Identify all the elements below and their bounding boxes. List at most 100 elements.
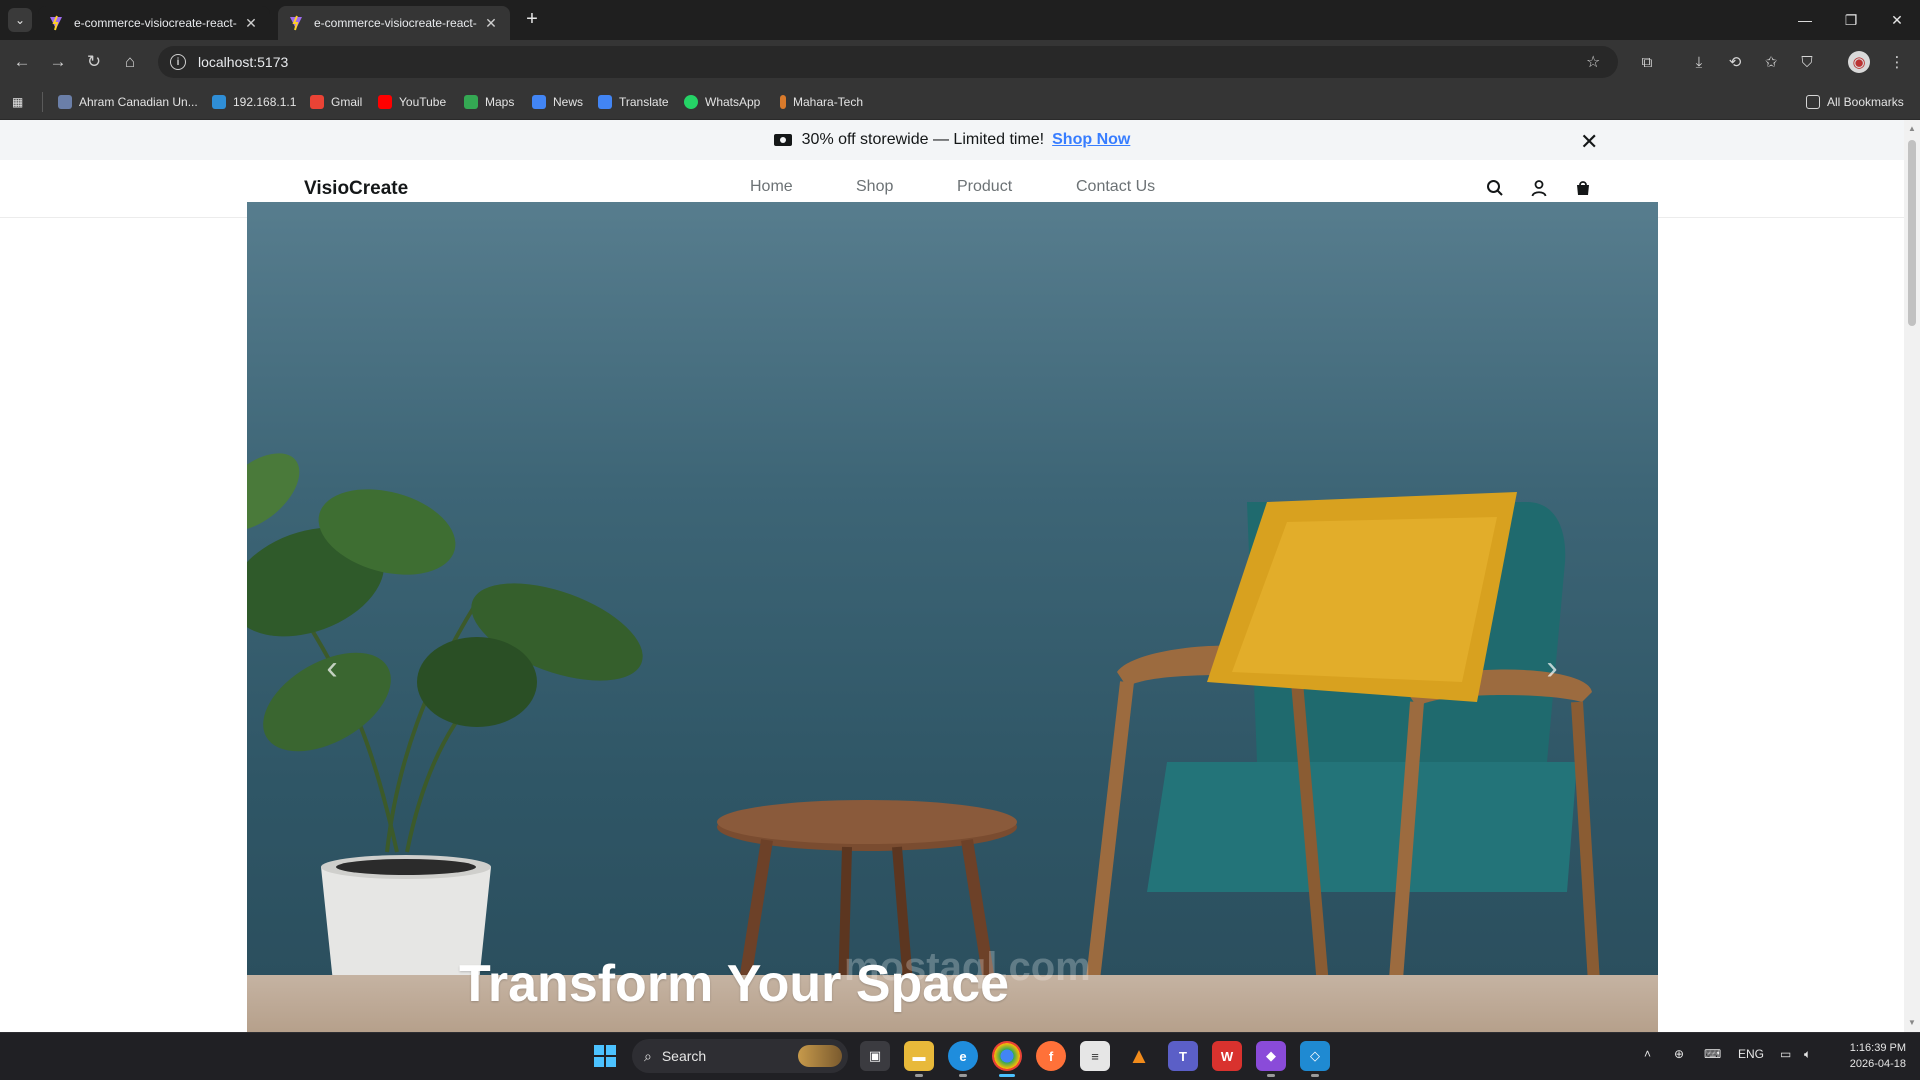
new-tab-button[interactable]: +	[520, 8, 544, 32]
keyboard-icon[interactable]: ⌨	[1704, 1047, 1721, 1061]
plant-illustration	[247, 453, 643, 853]
ticket-icon	[773, 134, 792, 146]
bookmark-star-icon[interactable]: ☆	[1586, 52, 1600, 72]
app-running-indicator	[1267, 1074, 1275, 1077]
network-icon	[212, 95, 226, 109]
bookmark-youtube[interactable]: YouTube	[378, 92, 446, 112]
search-icon[interactable]	[1483, 176, 1507, 200]
apps-grid-icon[interactable]: ▦	[12, 92, 23, 112]
announcement-bar: 30% off storewide — Limited time! Shop N…	[0, 120, 1904, 160]
download-icon[interactable]: ⤓	[1688, 51, 1710, 73]
close-tab-icon[interactable]: ✕	[242, 15, 260, 32]
nav-contact-us[interactable]: Contact Us	[1076, 178, 1155, 196]
network-tray-icon[interactable]: ⊕	[1674, 1047, 1684, 1061]
translate-icon	[598, 95, 612, 109]
home-icon[interactable]: ⌂	[118, 50, 142, 74]
restore-icon[interactable]: ❐	[1828, 0, 1874, 40]
hero-slider: ‹ › Transform Your Space	[247, 202, 1658, 1032]
windows-start-icon[interactable]	[594, 1045, 616, 1067]
bookmark-translate[interactable]: Translate	[598, 92, 669, 112]
volume-icon[interactable]: 🔈︎	[1804, 1047, 1811, 1062]
bookmark-mahara[interactable]: Mahara-Tech	[780, 92, 863, 112]
all-bookmarks[interactable]: All Bookmarks	[1806, 92, 1904, 112]
whatsapp-icon	[684, 95, 698, 109]
bookmark-label: Ahram Canadian Un...	[79, 95, 198, 109]
history-icon[interactable]: ⟲	[1724, 51, 1746, 73]
forward-arrow-icon[interactable]: →	[46, 50, 70, 74]
chrome-icon[interactable]	[992, 1041, 1022, 1071]
brand-logo[interactable]: VisioCreate	[304, 178, 408, 200]
tray-overflow-icon[interactable]: ˄	[1644, 1047, 1651, 1061]
gmail-icon	[310, 95, 324, 109]
tab-title: e-commerce-visiocreate-react-	[74, 16, 237, 30]
extensions-icon[interactable]: ⧉	[1636, 51, 1658, 73]
display-icon[interactable]: ▭	[1780, 1047, 1791, 1061]
search-icon: ⌕	[644, 1047, 652, 1064]
bookmark-whatsapp[interactable]: WhatsApp	[684, 92, 760, 112]
site-info-icon[interactable]: i	[170, 54, 186, 70]
close-window-icon[interactable]: ✕	[1874, 0, 1920, 40]
nav-product[interactable]: Product	[957, 178, 1012, 196]
bookmark-news[interactable]: News	[532, 92, 583, 112]
page-viewport: 30% off storewide — Limited time! Shop N…	[0, 120, 1904, 1032]
all-bookmarks-label: All Bookmarks	[1827, 95, 1904, 109]
user-icon[interactable]	[1527, 176, 1551, 200]
tab-search-button[interactable]: ⌄	[8, 8, 32, 32]
bookmark-ahram[interactable]: Ahram Canadian Un...	[58, 92, 198, 112]
visual-studio-icon[interactable]: ◆	[1256, 1041, 1286, 1071]
back-arrow-icon[interactable]: ←	[10, 50, 34, 74]
shopping-bag-icon[interactable]	[1571, 176, 1595, 200]
nav-shop[interactable]: Shop	[856, 178, 893, 196]
firefox-icon[interactable]: f	[1036, 1041, 1066, 1071]
profile-avatar[interactable]: ◉	[1848, 51, 1870, 73]
url-text: localhost:5173	[198, 54, 289, 70]
clock-time: 1:16:39 PM	[1849, 1042, 1906, 1054]
app-running-indicator	[915, 1074, 923, 1077]
nav-home[interactable]: Home	[750, 178, 793, 196]
bookmark-label: Translate	[619, 95, 669, 109]
taskbar-clock[interactable]: 1:16:39 PM 2026-04-18	[1826, 1040, 1906, 1072]
app-running-indicator	[1311, 1074, 1319, 1077]
tab-title: e-commerce-visiocreate-react-	[314, 16, 477, 30]
news-icon	[532, 95, 546, 109]
address-bar[interactable]: i localhost:5173	[158, 46, 1618, 78]
scroll-up-icon[interactable]: ▲	[1906, 124, 1918, 134]
menu-kebab-icon[interactable]: ⋮	[1886, 51, 1908, 73]
bookmark-gmail[interactable]: Gmail	[310, 92, 362, 112]
folder-icon	[1806, 95, 1820, 109]
bookmark-maps[interactable]: Maps	[464, 92, 514, 112]
university-icon	[58, 95, 72, 109]
favorites-icon[interactable]: ✩	[1760, 51, 1782, 73]
close-tab-icon[interactable]: ✕	[482, 15, 500, 32]
close-announcement-icon[interactable]: ✕	[1580, 129, 1598, 155]
edge-icon[interactable]: e	[948, 1041, 978, 1071]
language-indicator[interactable]: ENG	[1738, 1047, 1764, 1061]
notepad-icon[interactable]: ≡	[1080, 1041, 1110, 1071]
bookmark-label: News	[553, 95, 584, 109]
announcement-text: 30% off storewide — Limited time!	[801, 131, 1045, 148]
vlc-icon[interactable]: ▲	[1124, 1041, 1154, 1071]
scroll-thumb[interactable]	[1908, 140, 1916, 326]
scroll-down-icon[interactable]: ▼	[1906, 1018, 1918, 1028]
shop-now-link[interactable]: Shop Now	[1052, 131, 1130, 149]
teams-icon[interactable]: T	[1168, 1041, 1198, 1071]
taskbar-search[interactable]: ⌕ Search	[632, 1039, 848, 1073]
task-view-icon[interactable]: ▣	[860, 1041, 890, 1071]
reload-icon[interactable]: ↻	[82, 50, 106, 74]
wps-office-icon[interactable]: W	[1212, 1041, 1242, 1071]
next-slide-arrow-icon[interactable]: ›	[1537, 648, 1567, 688]
vite-icon	[48, 15, 64, 31]
minimize-icon[interactable]: —	[1782, 0, 1828, 40]
mahara-icon	[780, 95, 786, 109]
incognito-icon[interactable]: ⛉	[1796, 51, 1818, 73]
prev-slide-arrow-icon[interactable]: ‹	[317, 648, 347, 688]
bookmark-label: Gmail	[331, 95, 363, 109]
browser-tab-2[interactable]: e-commerce-visiocreate-react- ✕	[278, 6, 510, 40]
file-explorer-icon[interactable]: ▬	[904, 1041, 934, 1071]
app-active-indicator	[999, 1074, 1015, 1077]
hero-image	[247, 453, 1603, 1032]
app-running-indicator	[959, 1074, 967, 1077]
vscode-icon[interactable]: ◇	[1300, 1041, 1330, 1071]
bookmark-router[interactable]: 192.168.1.1	[212, 92, 296, 112]
browser-tab-1[interactable]: e-commerce-visiocreate-react- ✕	[38, 6, 270, 40]
